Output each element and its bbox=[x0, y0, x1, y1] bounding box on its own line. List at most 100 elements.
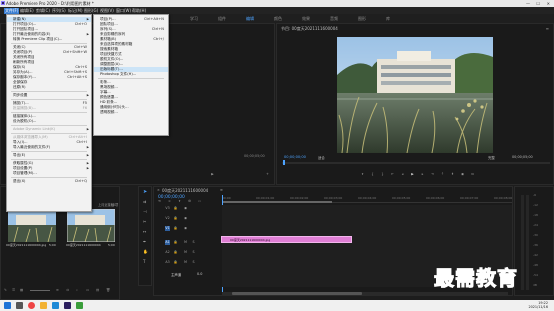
taskbar-clock[interactable]: 19:22 2021/11/16 bbox=[528, 301, 548, 309]
solo-icon[interactable]: S bbox=[191, 250, 196, 255]
timeline-menu-icon[interactable]: ≡ bbox=[220, 188, 223, 192]
track-target-a1[interactable]: A1 bbox=[165, 240, 170, 245]
minimize-button[interactable]: — bbox=[526, 1, 530, 6]
work-area-bar[interactable] bbox=[222, 201, 332, 203]
pencil-icon[interactable]: ✎ bbox=[4, 288, 7, 292]
export-frame-icon[interactable]: ◉ bbox=[460, 172, 465, 177]
timeline-close-icon[interactable]: × bbox=[157, 188, 160, 192]
close-button[interactable]: ✕ bbox=[547, 1, 550, 6]
track-target-v2[interactable]: V2 bbox=[165, 216, 170, 221]
mute-icon[interactable]: M bbox=[183, 260, 188, 265]
go-to-in-icon[interactable]: ⇤ bbox=[390, 172, 395, 177]
playhead-marker[interactable] bbox=[283, 160, 285, 165]
program-timecode[interactable]: 00;00;00;00 bbox=[284, 155, 306, 159]
file-menu-item[interactable]: 同步设置 ▶ bbox=[7, 93, 91, 98]
mute-icon[interactable]: M bbox=[183, 250, 188, 255]
lift-icon[interactable]: ⇡ bbox=[440, 172, 445, 177]
workspace-tab-4[interactable]: 效果 bbox=[302, 16, 310, 22]
new-submenu-item[interactable]: Photoshop 文件(H)... bbox=[94, 72, 168, 77]
new-item-icon[interactable]: ▤ bbox=[96, 288, 99, 292]
track-target-a2[interactable]: A2 bbox=[165, 250, 170, 255]
razor-icon[interactable]: ✂ bbox=[143, 219, 146, 224]
ie-icon[interactable] bbox=[52, 302, 59, 309]
type-tool-icon[interactable]: T bbox=[143, 259, 145, 264]
workspace-tab-0[interactable]: 学习 bbox=[190, 16, 198, 22]
program-quality-select[interactable]: 完整 bbox=[488, 155, 495, 160]
lock-icon[interactable]: 🔒 bbox=[173, 240, 178, 245]
add-marker-timeline-icon[interactable]: ▾ bbox=[177, 199, 182, 204]
program-scrub-bar[interactable] bbox=[282, 162, 550, 164]
mute-icon[interactable]: M bbox=[183, 240, 188, 245]
track-select-icon[interactable]: ⇉ bbox=[143, 199, 146, 204]
linked-select-icon[interactable]: ∞ bbox=[167, 199, 172, 204]
file-menu-item[interactable]: 退出(X) Ctrl+Q bbox=[7, 179, 91, 184]
project-clip-thumbnail-1[interactable] bbox=[8, 209, 56, 242]
workspace-tab-2[interactable]: 编辑 bbox=[246, 16, 254, 22]
workspace-tab-1[interactable]: 组件 bbox=[218, 16, 226, 22]
timeline-settings-icon[interactable]: ⚙ bbox=[187, 199, 192, 204]
solo-icon[interactable]: S bbox=[191, 240, 196, 245]
track-target-a3[interactable]: A3 bbox=[165, 260, 170, 265]
step-forward-icon[interactable]: ▸ bbox=[420, 172, 425, 177]
lock-icon[interactable]: 🔒 bbox=[173, 206, 178, 211]
hand-tool-icon[interactable]: ✋ bbox=[143, 249, 148, 254]
workspace-tab-6[interactable]: 图形 bbox=[358, 16, 366, 22]
lock-icon[interactable]: 🔒 bbox=[173, 226, 178, 231]
pen-tool-icon[interactable]: ✒ bbox=[143, 239, 146, 244]
file-menu-item[interactable]: 导出(E) ▶ bbox=[7, 153, 91, 158]
step-back-icon[interactable]: ◂ bbox=[400, 172, 405, 177]
eye-icon[interactable]: ◉ bbox=[183, 226, 188, 231]
source-settings-icon[interactable]: + bbox=[265, 172, 270, 177]
search-icon[interactable] bbox=[16, 302, 23, 309]
file-menu-item[interactable]: 还原(R) bbox=[7, 85, 91, 90]
lock-icon[interactable]: 🔒 bbox=[173, 260, 178, 265]
timeline-tab[interactable]: 00度天2021111600004 bbox=[162, 188, 208, 194]
eye-icon[interactable]: ◉ bbox=[183, 206, 188, 211]
windows-icon[interactable] bbox=[4, 302, 11, 309]
find-icon[interactable]: ⌕ bbox=[76, 288, 78, 292]
add-marker-icon[interactable]: ▾ bbox=[360, 172, 365, 177]
eye-icon[interactable]: ◉ bbox=[183, 216, 188, 221]
clear-icon[interactable]: 🗑 bbox=[106, 288, 110, 292]
lock-icon[interactable]: 🔒 bbox=[173, 250, 178, 255]
list-view-icon[interactable]: ☰ bbox=[12, 288, 15, 292]
captions-icon[interactable]: ▭ bbox=[197, 199, 202, 204]
file-menu-item[interactable]: 导入最近使用的文件(F) ▶ bbox=[7, 145, 91, 150]
chrome-icon[interactable] bbox=[28, 302, 35, 309]
sort-icon[interactable]: ≡ bbox=[56, 288, 59, 292]
lock-icon[interactable]: 🔒 bbox=[173, 216, 178, 221]
workspace-tab-5[interactable]: 音频 bbox=[330, 16, 338, 22]
file-menu-item[interactable]: 设为脱机(O)... bbox=[7, 119, 91, 124]
play-icon[interactable]: ▶ bbox=[410, 172, 415, 177]
files-icon[interactable] bbox=[40, 302, 47, 309]
track-target-v1[interactable]: V1 bbox=[165, 226, 170, 231]
workspace-tab-3[interactable]: 颜色 bbox=[274, 16, 282, 22]
file-menu-item[interactable]: 项目管理(M)... bbox=[7, 171, 91, 176]
timeline-scroll-thumb[interactable] bbox=[232, 292, 362, 295]
extract-icon[interactable]: ⇞ bbox=[450, 172, 455, 177]
zoom-slider[interactable] bbox=[30, 290, 50, 291]
go-to-out-icon[interactable]: ⇥ bbox=[430, 172, 435, 177]
file-menu-item[interactable]: 转换 Premiere Clip 项目(C)... bbox=[7, 37, 91, 42]
track-target-v3[interactable]: V3 bbox=[165, 206, 170, 211]
program-fit-select[interactable]: 适合 bbox=[318, 155, 325, 160]
project-clip-thumbnail-2[interactable] bbox=[67, 209, 115, 242]
program-menu-icon[interactable]: ≡ bbox=[546, 26, 549, 31]
selection-tool-icon[interactable]: ➤ bbox=[143, 189, 147, 195]
workspace-tab-7[interactable]: 库 bbox=[386, 16, 390, 22]
new-bin-icon[interactable]: ▭ bbox=[86, 288, 89, 292]
source-play-icon[interactable]: ▶ bbox=[210, 172, 215, 177]
automate-icon[interactable]: ⇉ bbox=[66, 288, 69, 292]
mark-in-icon[interactable]: { bbox=[370, 172, 375, 177]
game-icon[interactable] bbox=[76, 302, 83, 309]
timeline-scrollbar[interactable] bbox=[222, 292, 508, 295]
mark-out-icon[interactable]: } bbox=[380, 172, 385, 177]
new-submenu-item[interactable]: 透明视频... bbox=[94, 110, 168, 115]
snap-icon[interactable]: ⟲ bbox=[157, 199, 162, 204]
maximize-button[interactable]: ☐ bbox=[536, 1, 540, 6]
slip-tool-icon[interactable]: ↔ bbox=[143, 229, 146, 234]
icon-view-icon[interactable]: ▦ bbox=[20, 288, 23, 292]
master-track-value[interactable]: 0.0 bbox=[197, 272, 202, 276]
compare-icon[interactable]: ⧉ bbox=[470, 172, 475, 177]
ripple-edit-icon[interactable]: ⊣ bbox=[143, 209, 146, 214]
